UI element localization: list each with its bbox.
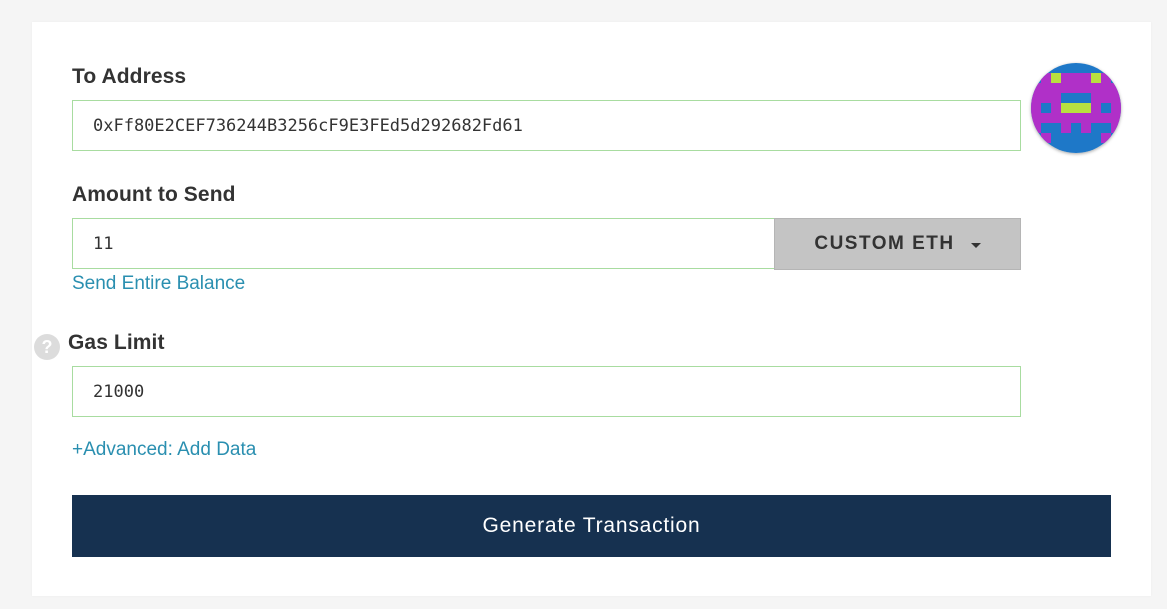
send-transaction-card: To Address Amount to Send CUSTOM ETH Sen…	[32, 22, 1151, 596]
send-entire-balance-link[interactable]: Send Entire Balance	[72, 273, 245, 295]
caret-down-icon	[970, 242, 981, 248]
to-address-label: To Address	[72, 65, 187, 88]
gas-limit-label: Gas Limit	[68, 331, 165, 354]
amount-label: Amount to Send	[72, 183, 236, 206]
identicon-avatar	[1031, 63, 1121, 153]
unit-dropdown[interactable]: CUSTOM ETH	[774, 218, 1021, 270]
advanced-add-data-link[interactable]: +Advanced: Add Data	[72, 439, 256, 461]
unit-dropdown-label: CUSTOM ETH	[814, 233, 955, 254]
gas-limit-input[interactable]	[72, 366, 1021, 417]
help-icon[interactable]: ?	[34, 334, 60, 360]
to-address-input[interactable]	[72, 100, 1021, 151]
generate-transaction-button[interactable]: Generate Transaction	[72, 495, 1111, 557]
amount-input[interactable]	[72, 218, 775, 269]
